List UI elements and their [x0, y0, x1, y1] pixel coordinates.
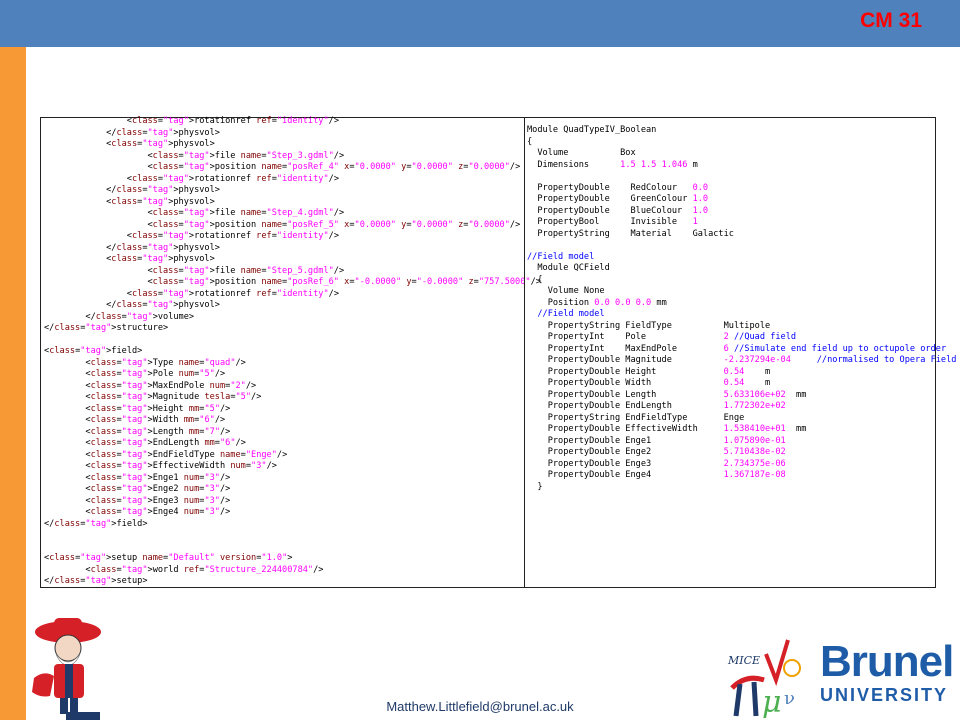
code-comparison-panel: <class="tag">rotationref ref="identity"/… — [40, 116, 956, 588]
module-code-line: { — [527, 274, 543, 285]
xml-code-line: <class="tag">EndLength mm="6"/> — [44, 438, 246, 448]
xml-code-line: </class="tag">field> — [44, 518, 148, 529]
xml-code-line: <class="tag">Length mm="7"/> — [44, 426, 231, 437]
xml-code-line: <class="tag">physvol> — [44, 196, 215, 207]
module-code-line: Module QuadTypeIV_Boolean — [527, 125, 657, 135]
module-code-line: PropertyDouble EndLength 1.772302e+02 — [527, 401, 786, 411]
panel-divider — [524, 118, 525, 587]
xml-code-line: </class="tag">volume> — [44, 311, 195, 322]
module-code-line: PropertyDouble Magnitude -2.237294e-04 /… — [527, 355, 957, 365]
xml-code-line: <class="tag">file name="Step_5.gdml"/> — [44, 265, 345, 276]
xml-code-line: </class="tag">physvol> — [44, 185, 220, 195]
xml-code-line: <class="tag">Width mm="6"/> — [44, 415, 226, 425]
module-code-line: Module QCField — [527, 263, 610, 273]
xml-code-line: <class="tag">Height mm="5"/> — [44, 403, 231, 414]
xml-code-line: <class="tag">rotationref ref="identity"/… — [44, 288, 339, 299]
xml-code-line: </class="tag">physvol> — [44, 300, 220, 310]
module-code-line: PropertyBool Invisible 1 — [527, 217, 698, 227]
module-code-line: PropertyDouble Height 0.54 m — [527, 366, 771, 377]
module-code-line: PropertyDouble GreenColour 1.0 — [527, 194, 709, 204]
xml-code-line: ​ — [44, 335, 541, 347]
module-code-line: PropertyDouble EffectiveWidth 1.538410e+… — [527, 424, 807, 434]
module-code-line: Position 0.0 0.0 0.0 mm — [527, 297, 667, 308]
xml-code-line: <class="tag">Enge1 num="3"/> — [44, 472, 231, 483]
module-code-line: } — [527, 481, 543, 492]
module-code-line: //Field model — [527, 251, 595, 262]
xml-code-line: <class="tag">rotationref ref="identity"/… — [44, 116, 339, 126]
mice-logo-text: MICE — [727, 654, 760, 667]
left-accent-bar — [0, 47, 26, 720]
xml-code-line: <class="tag">position name="posRef_6" x=… — [44, 277, 541, 287]
gdml-xml-code: <class="tag">rotationref ref="identity"/… — [44, 116, 541, 588]
xml-code-line: <class="tag">file name="Step_3.gdml"/> — [44, 150, 345, 161]
module-code-line: PropertyDouble RedColour 0.0 — [527, 182, 709, 193]
xml-code-line: <class="tag">Enge4 num="3"/> — [44, 507, 231, 517]
xml-code-line: </class="tag">physvol> — [44, 242, 220, 253]
xml-code-line: <class="tag">field> — [44, 346, 143, 356]
slide-number: CM 31 — [860, 9, 922, 32]
xml-code-line: <class="tag">rotationref ref="identity"/… — [44, 231, 339, 241]
brunel-wordmark: Brunel — [820, 637, 954, 686]
xml-code-line: <class="tag">rotationref ref="identity"/… — [44, 173, 339, 184]
xml-code-line: <class="tag">world ref="Structure_224400… — [44, 564, 324, 575]
module-code-line: Volume None — [527, 286, 605, 296]
xml-code-line: <class="tag">file name="Step_4.gdml"/> — [44, 208, 345, 218]
xml-code-line: <class="tag">Magnitude tesla="5"/> — [44, 392, 262, 402]
module-code-line: PropertyDouble Length 5.633106e+02 mm — [527, 389, 807, 400]
xml-code-line: ​ — [44, 530, 541, 542]
module-code-line: ​ — [527, 240, 960, 252]
xml-code-line: </class="tag">structure> — [44, 323, 169, 333]
xml-code-line: <class="tag">position name="posRef_4" x=… — [44, 162, 521, 172]
xml-code-line: </class="tag">physvol> — [44, 127, 220, 138]
module-definition-code: Module QuadTypeIV_Boolean{ Volume Box Di… — [527, 125, 960, 493]
footer-email: Matthew.Littlefield@brunel.ac.uk — [386, 699, 574, 714]
xml-code-line: <class="tag">physvol> — [44, 139, 215, 149]
xml-code-line: <class="tag">setup name="Default" versio… — [44, 553, 293, 563]
xml-code-line: <class="tag">EffectiveWidth num="3"/> — [44, 461, 277, 471]
xml-code-line: <class="tag">physvol> — [44, 254, 215, 264]
module-code-line: PropertyDouble Enge1 1.075890e-01 — [527, 435, 786, 446]
module-code-line: PropertyString FieldType Multipole — [527, 320, 771, 331]
module-code-line: //Field model — [537, 309, 605, 319]
module-code-line: { — [527, 136, 533, 147]
xml-code-line: <class="tag">Pole num="5"/> — [44, 369, 226, 379]
module-code-line: PropertyString EndFieldType Enge — [527, 412, 745, 423]
xml-code-line: <class="tag">EndFieldType name="Enge"/> — [44, 449, 288, 460]
module-code-line: PropertyDouble BlueColour 1.0 — [527, 205, 709, 216]
module-code-line: PropertyString Material Galactic — [527, 228, 734, 239]
xml-code-line: <class="tag">position name="posRef_5" x=… — [44, 219, 521, 230]
module-code-line: PropertyInt MaxEndPole 6 //Simulate end … — [527, 343, 947, 354]
xml-code-line: <class="tag">Enge3 num="3"/> — [44, 495, 231, 506]
module-code-line: PropertyDouble Enge4 1.367187e-08 — [527, 470, 786, 480]
module-code-line: PropertyDouble Enge3 2.734375e-06 — [527, 458, 786, 469]
module-code-line: ​ — [527, 171, 960, 183]
xml-code-line: <class="tag">MaxEndPole num="2"/> — [44, 380, 257, 391]
module-code-line: PropertyInt Pole 2 //Quad field — [527, 332, 797, 342]
xml-code-line: ​ — [44, 542, 541, 554]
xml-code-line: <class="tag">Enge2 num="3"/> — [44, 484, 231, 494]
xml-code-line: </class="tag">setup> — [44, 576, 148, 586]
module-code-line: Dimensions 1.5 1.5 1.046 m — [527, 159, 698, 170]
top-accent-bar — [0, 0, 960, 47]
module-code-line: Volume Box — [527, 148, 636, 158]
module-code-line: PropertyDouble Width 0.54 m — [527, 378, 771, 388]
xml-code-line: <class="tag">Type name="quad"/> — [44, 357, 246, 368]
module-code-line: PropertyDouble Enge2 5.710438e-02 — [527, 447, 786, 457]
